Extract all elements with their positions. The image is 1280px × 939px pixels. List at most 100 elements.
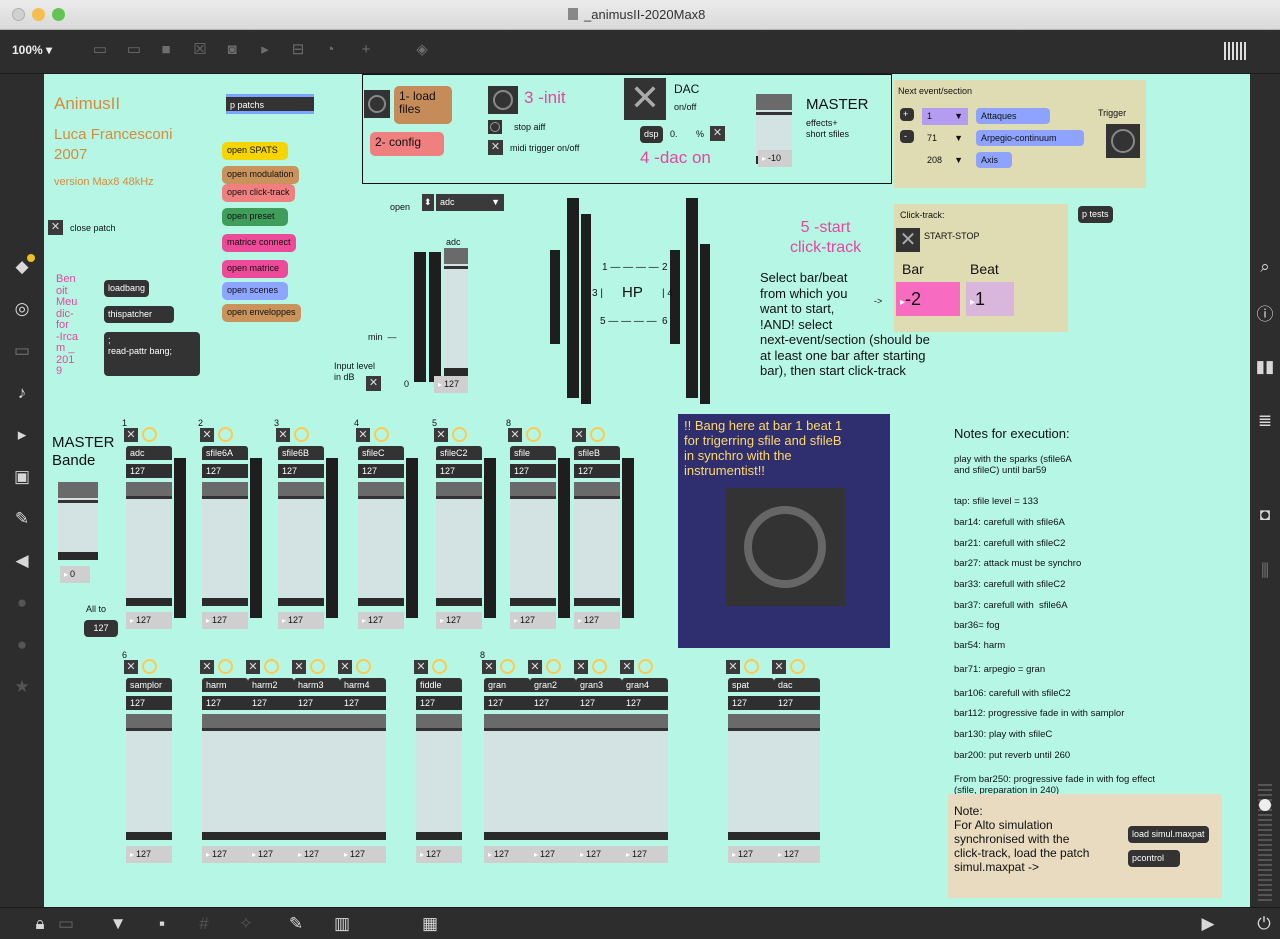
channel-value[interactable]: 127 xyxy=(202,696,248,710)
channel-gain[interactable] xyxy=(126,714,172,840)
channel-level[interactable]: 127 xyxy=(774,846,820,863)
snapshot-camera-icon[interactable]: ◘ xyxy=(1251,502,1279,528)
vimeo-icon[interactable]: ● xyxy=(8,590,36,616)
reference-book-icon[interactable]: ▮▮ xyxy=(1251,354,1279,380)
next-event-minus[interactable]: - xyxy=(900,130,914,143)
add-object-icon[interactable]: + xyxy=(356,40,376,60)
channel-level[interactable]: 127 xyxy=(530,846,576,863)
channel-value[interactable]: 127 xyxy=(340,696,386,710)
sidebar-box-icon[interactable]: ▭ xyxy=(8,338,36,364)
stop-aiff-bang[interactable] xyxy=(488,120,502,134)
channel-gain[interactable] xyxy=(278,482,324,606)
dial-object-icon[interactable]: ◔ xyxy=(320,40,340,60)
bang-object-icon[interactable]: ◙ xyxy=(222,40,242,60)
channel-level[interactable]: 127 xyxy=(622,846,668,863)
channel-level[interactable]: 127 xyxy=(126,612,172,629)
next-event-label-2[interactable]: Axis xyxy=(976,152,1012,168)
channel-gain[interactable] xyxy=(294,714,340,840)
load-files-button[interactable]: 1- load files xyxy=(394,86,452,124)
minimize-window-button[interactable] xyxy=(32,8,45,21)
slider-object-icon[interactable]: ⊟ xyxy=(288,40,308,60)
channel-bang[interactable] xyxy=(264,659,279,674)
channel-mute-toggle[interactable]: ✕ xyxy=(414,660,428,674)
grid-toggle-icon[interactable]: # xyxy=(190,911,218,937)
search-icon[interactable]: ⌕ xyxy=(1251,254,1279,280)
lock-edit-icon[interactable]: ▭ xyxy=(90,40,110,60)
star-icon[interactable]: ★ xyxy=(8,674,36,700)
channel-mute-toggle[interactable]: ✕ xyxy=(124,428,138,442)
play-object-icon[interactable]: ▸ xyxy=(255,40,275,60)
channel-gain[interactable] xyxy=(340,714,386,840)
open-button-0[interactable]: open SPATS xyxy=(222,142,288,160)
channel-name[interactable]: harm4 xyxy=(340,678,386,692)
open-button-5[interactable]: open matrice xyxy=(222,260,288,278)
open-button-7[interactable]: open enveloppes xyxy=(222,304,301,322)
channel-level[interactable]: 127 xyxy=(294,846,340,863)
channel-mute-toggle[interactable]: ✕ xyxy=(276,428,290,442)
next-event-plus[interactable]: + xyxy=(900,108,914,121)
midi-trigger-toggle[interactable]: ✕ xyxy=(488,140,503,155)
channel-mute-toggle[interactable]: ✕ xyxy=(574,660,588,674)
open-button-2[interactable]: open click-track xyxy=(222,184,295,202)
channel-name[interactable]: harm3 xyxy=(294,678,340,692)
piano-icon[interactable]: ▥ xyxy=(328,911,356,937)
channel-bang[interactable] xyxy=(356,659,371,674)
bar-number[interactable]: ▸-2 xyxy=(896,282,960,316)
lock-icon[interactable]: 🔒︎ xyxy=(26,911,54,937)
volume-slider-knob[interactable] xyxy=(1259,799,1271,811)
channel-name[interactable]: gran3 xyxy=(576,678,622,692)
master-bande-value[interactable]: 0 xyxy=(60,566,90,583)
channel-name[interactable]: sfileB xyxy=(574,446,620,460)
channel-gain[interactable] xyxy=(774,714,820,840)
channel-bang[interactable] xyxy=(294,427,309,442)
channel-mute-toggle[interactable]: ✕ xyxy=(482,660,496,674)
channel-level[interactable]: 127 xyxy=(340,846,386,863)
channel-gain[interactable] xyxy=(728,714,774,840)
next-event-value-1[interactable]: 71 ▼ xyxy=(922,130,968,147)
channel-value[interactable]: 127 xyxy=(728,696,774,710)
channel-gain[interactable] xyxy=(416,714,462,840)
keyboard-icon[interactable]: ▦ xyxy=(416,911,444,937)
channel-value[interactable]: 127 xyxy=(278,464,324,478)
snap-icon[interactable]: ✧ xyxy=(232,911,260,937)
channel-level[interactable]: 127 xyxy=(484,846,530,863)
adc-gain[interactable] xyxy=(444,248,468,376)
dsp-object[interactable]: dsp xyxy=(640,126,663,143)
channel-gain[interactable] xyxy=(248,714,294,840)
channel-gain[interactable] xyxy=(574,482,620,606)
channel-gain[interactable] xyxy=(202,482,248,606)
channel-level[interactable]: 127 xyxy=(576,846,622,863)
sync-bang-button[interactable] xyxy=(726,488,846,606)
config-button[interactable]: 2- config xyxy=(370,132,444,156)
channel-name[interactable]: gran4 xyxy=(622,678,668,692)
trigger-bang[interactable] xyxy=(1106,124,1140,158)
channel-level[interactable]: 127 xyxy=(202,846,248,863)
plug-icon[interactable]: ◀ xyxy=(8,548,36,574)
channel-mute-toggle[interactable]: ✕ xyxy=(772,660,786,674)
channel-value[interactable]: 127 xyxy=(416,696,462,710)
channel-level[interactable]: 127 xyxy=(416,846,462,863)
p-tests-object[interactable]: p tests xyxy=(1078,206,1113,223)
channel-level[interactable]: 127 xyxy=(278,612,324,629)
loadbang-object[interactable]: loadbang xyxy=(104,280,150,297)
adc-value[interactable]: 127 xyxy=(434,376,468,393)
open-button-3[interactable]: open preset xyxy=(222,208,288,226)
wrench-icon[interactable]: ✎ xyxy=(282,911,310,937)
channel-mute-toggle[interactable]: ✕ xyxy=(572,428,586,442)
channel-value[interactable]: 127 xyxy=(202,464,248,478)
power-icon[interactable]: ⏻ xyxy=(1250,911,1278,937)
channel-level[interactable]: 127 xyxy=(358,612,404,629)
channel-value[interactable]: 127 xyxy=(294,696,340,710)
channel-value[interactable]: 127 xyxy=(436,464,482,478)
open-button-6[interactable]: open scenes xyxy=(222,282,288,300)
channel-bang[interactable] xyxy=(546,659,561,674)
p-patchs-object[interactable]: p patchs xyxy=(226,94,314,114)
channel-mute-toggle[interactable]: ✕ xyxy=(620,660,634,674)
toggle-object-icon[interactable]: ☒ xyxy=(190,40,210,60)
channel-name[interactable]: sfileC xyxy=(358,446,404,460)
channel-name[interactable]: fiddle xyxy=(416,678,462,692)
channel-value[interactable]: 127 xyxy=(576,696,622,710)
paint-bucket-icon[interactable]: ◈ xyxy=(412,40,432,60)
close-patch-toggle[interactable]: ✕ xyxy=(48,220,63,235)
open-button-1[interactable]: open modulation xyxy=(222,166,299,184)
